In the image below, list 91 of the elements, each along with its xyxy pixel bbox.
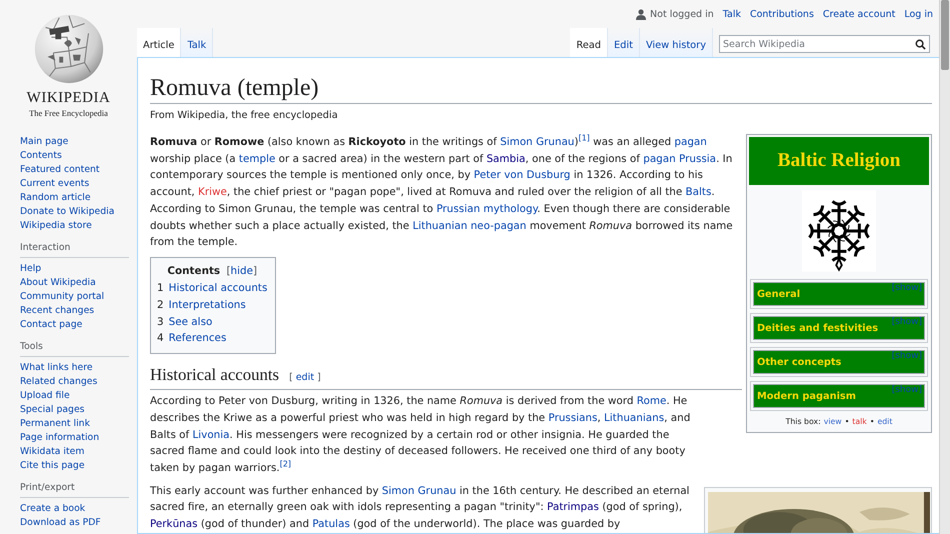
sidebar-link[interactable]: Contents <box>20 149 137 163</box>
search-icon[interactable] <box>915 39 926 50</box>
link[interactable]: Balts <box>686 186 712 198</box>
reference-link[interactable]: [1] <box>578 134 590 143</box>
sidebar-link[interactable]: Wikidata item <box>20 445 137 459</box>
sidebar-link[interactable]: Help <box>20 262 137 276</box>
sidebar-link[interactable]: About Wikipedia <box>20 276 137 290</box>
link[interactable]: Kriwe <box>198 186 227 198</box>
bracket: ] <box>252 264 258 277</box>
row-label: General <box>757 288 800 300</box>
wordmark: WIKIPEDIA <box>26 91 110 106</box>
user-icon <box>636 8 646 20</box>
sidebar-link[interactable]: Donate to Wikipedia <box>20 205 137 219</box>
bracket: [ <box>289 371 293 386</box>
sidebar-link[interactable]: Cite this page <box>20 459 137 473</box>
toc-link[interactable]: Historical accounts <box>168 280 268 297</box>
link[interactable]: pagan Prussia <box>643 152 716 165</box>
sidebar-link[interactable]: Recent changes <box>20 304 137 318</box>
tab[interactable]: Edit <box>608 28 640 57</box>
tab[interactable]: Article <box>137 28 182 57</box>
toc-link[interactable]: See also <box>168 314 212 330</box>
toc-number: 3 <box>157 314 164 330</box>
link[interactable]: Rome <box>636 395 666 408</box>
link[interactable]: Lithuanian neo-pagan <box>412 220 526 232</box>
link[interactable]: Livonia <box>192 428 230 441</box>
sidebar-link[interactable]: Permanent link <box>20 417 137 431</box>
hide-link[interactable]: hide <box>230 264 253 277</box>
bracket: [ <box>226 264 230 277</box>
link[interactable]: Patrimpas <box>547 501 599 514</box>
user-link[interactable]: Create account <box>822 8 896 20</box>
link[interactable]: Peter von Dusburg <box>474 169 570 182</box>
sidebar-link[interactable]: Related changes <box>20 375 137 389</box>
edit-link[interactable]: edit <box>296 367 314 390</box>
search-field[interactable]: Search Wikipedia <box>719 35 930 53</box>
sidebar-link[interactable]: Create a book <box>20 502 137 516</box>
tab[interactable]: View history <box>640 28 713 57</box>
sidebar-link[interactable]: Main page <box>20 135 137 149</box>
row-label: Deities and festivities <box>757 322 878 334</box>
infobox-title: Baltic Religion <box>749 137 929 185</box>
page-subtitle: From Wikipedia, the free encyclopedia <box>150 110 339 121</box>
link[interactable]: Simon Grunau <box>382 484 456 497</box>
collapsible-row[interactable]: Modern paganism [show] <box>753 384 925 408</box>
link[interactable]: Patulas <box>312 518 350 530</box>
reference-link[interactable]: [2] <box>280 459 292 468</box>
sidebar-link[interactable]: Community portal <box>20 290 137 304</box>
paragraph: According to Peter von Dusburg, writing in 1326, the name Romuva is derived from the word Rome. He describes the Kriwe as a powerful priest who was held in high regard by the Prussians, Lithuanians, and Balts of Livonia. His messengers were recognized by a certain rod or other insignia. He guarded the sacred flame and could look into the destiny of deceased followers. He received one third of any booty taken by pagan warriors.$^{[2]}$ <box>150 394 692 476</box>
tab[interactable]: Talk <box>181 28 214 57</box>
sidebar-link[interactable]: Featured content <box>20 163 137 177</box>
login-status: Not logged in <box>650 8 714 20</box>
scrollbar[interactable] <box>939 0 950 534</box>
intro-paragraph: Romuva or Romowe (also known as Rickoyoto in the writings of Simon Grunau)$^{[1]}$ was an alleged pagan worship place (a temple or a sacred area) in the western part of Sambia, one of the regions of pagan Prussia. In contemporary sources the temple is mentioned only once, by Peter von Dusburg in 1326. According to his account, Kriwe, the chief priest or "pagan pope", lived at Romuva and ruled over the religion of all the Balts. According to Simon Grunau, the temple was central to Prussian mythology. Even though there are considerable doubts whether such a place actually existed, the Lithuanian neo-pagan movement Romuva borrowed its name from the temple. <box>150 134 734 250</box>
sidebar-link[interactable]: Upload file <box>20 389 137 403</box>
sidebar-link[interactable]: Current events <box>20 177 137 191</box>
sidebar-heading: Print/export <box>20 482 129 498</box>
sidebar-link[interactable]: Page information <box>20 431 137 445</box>
section-heading: Historical accounts <box>150 364 280 386</box>
collapsible-row[interactable]: Deities and festivities [show] <box>753 316 925 340</box>
link[interactable]: Sambia <box>486 152 526 165</box>
toc-number: 1 <box>157 280 164 296</box>
toc-link[interactable]: References <box>168 330 226 348</box>
toc-title: Contents <box>167 264 220 277</box>
sidebar-link[interactable]: Download as PDF <box>20 516 137 530</box>
link[interactable]: temple <box>238 152 276 165</box>
link[interactable]: Prussian mythology <box>436 202 538 215</box>
row-label: Other concepts <box>757 356 842 368</box>
sidebar-link[interactable]: Contact page <box>20 318 137 332</box>
sidebar-heading: Interaction <box>20 242 129 258</box>
sidebar-link[interactable]: Special pages <box>20 403 137 417</box>
link[interactable]: Perkūnas <box>150 518 198 530</box>
page-title: Romuva (temple) <box>150 73 932 104</box>
tagline: The Free Encyclopedia <box>29 108 108 118</box>
user-link[interactable]: Log in <box>904 8 933 20</box>
link[interactable]: Lithuanians <box>604 412 664 424</box>
paragraph: This early account was further enhanced by Simon Grunau in the 16th century. He described an eternal sacred fire, an eternally green oak with idols representing a pagan "trinity": Patrimpas (god of spring), Perkūnas (god of thunder) and Patulas (god of the underworld). The place was guarded by <box>150 484 690 532</box>
link[interactable]: Prussians <box>548 412 598 424</box>
sidebar-link[interactable]: Random article <box>20 191 137 205</box>
collapsible-row[interactable]: General [show] <box>753 282 925 306</box>
bracket: ] <box>317 371 321 386</box>
toc-link[interactable]: Interpretations <box>168 296 246 314</box>
sidebar-heading: Tools <box>20 341 129 357</box>
sidebar-link[interactable]: Wikipedia store <box>20 219 137 233</box>
toc-number: 4 <box>157 331 164 346</box>
user-link[interactable]: Contributions <box>750 8 814 20</box>
tab[interactable]: Read <box>570 28 608 57</box>
sidebar-link[interactable]: What links here <box>20 361 137 375</box>
user-link[interactable]: Talk <box>722 8 741 20</box>
link[interactable]: pagan <box>674 136 707 148</box>
collapsible-row[interactable]: Other concepts [show] <box>753 350 925 374</box>
link[interactable]: Simon Grunau <box>500 136 574 148</box>
row-label: Modern paganism <box>757 390 856 402</box>
toc-number: 2 <box>157 298 164 313</box>
